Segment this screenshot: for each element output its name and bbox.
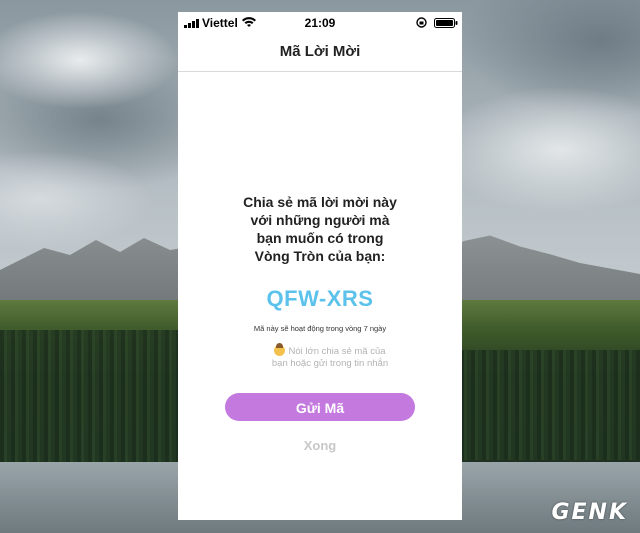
invite-message-line: bạn muốn có trong [256,230,384,246]
invite-message-line: Chia sẻ mã lời mời này [243,194,397,210]
done-button[interactable]: Xong [178,438,462,453]
invite-message-line: với những người mà [250,212,390,228]
hint-line: Nói lớn chia sẻ mã của [288,346,386,357]
phone-screen: Viettel 21:09 Mã Lời Mời Chia sẻ mã lời … [178,12,462,520]
invite-message-line: Vòng Tròn của bạn: [254,248,386,264]
send-code-button[interactable]: Gửi Mã [225,393,415,421]
forest-trees-right [460,350,640,460]
invite-message: Chia sẻ mã lời mời này với những người m… [218,193,422,265]
battery-icon [434,18,458,28]
page-title: Mã Lời Mời [279,43,361,60]
status-bar: Viettel 21:09 [178,12,462,34]
invite-code: QFW-XRS [266,286,374,311]
rotation-lock-icon [416,17,427,28]
expiry-note: Mã này sẽ hoạt động trong vòng 7 ngày [253,324,387,333]
share-hint: Nói lớn chia sẻ mã của bạn hoặc gửi tron… [250,343,410,370]
hint-line: bạn hoặc gửi trong tin nhắn [271,358,389,369]
nav-divider [178,71,462,72]
woman-raising-hand-emoji [274,343,286,356]
genk-watermark: GENK [551,500,628,525]
forest-trees-left [0,330,200,470]
